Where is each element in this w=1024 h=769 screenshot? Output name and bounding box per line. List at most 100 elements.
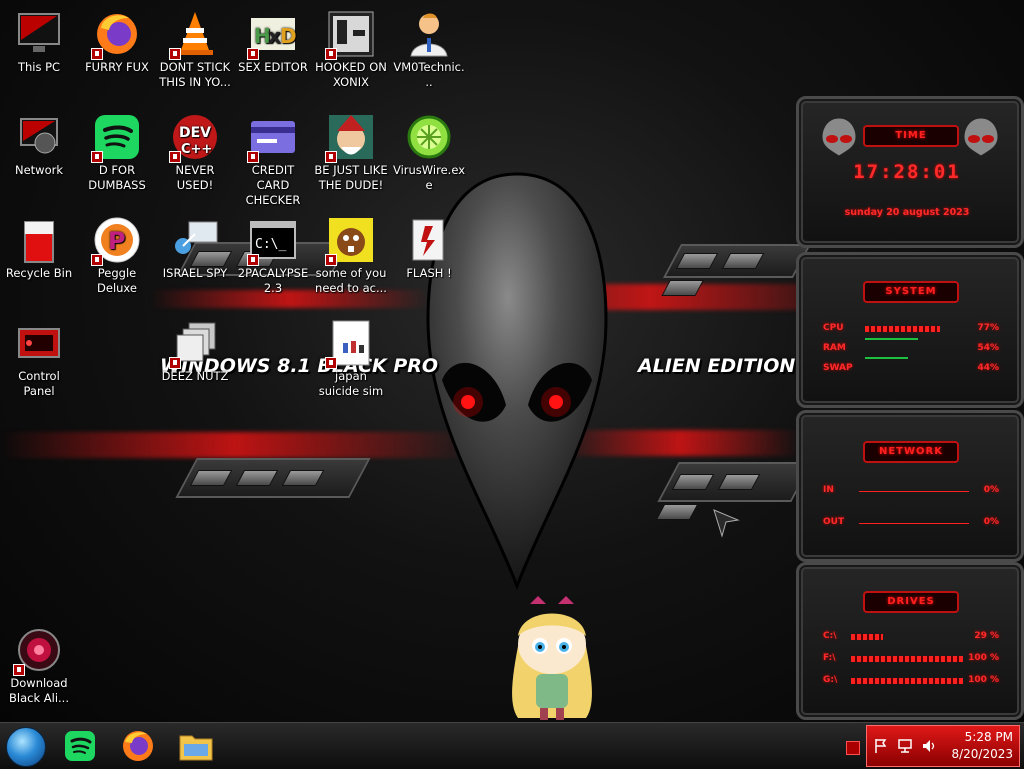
red-light-streak: [0, 432, 470, 458]
metal-plate: [655, 462, 813, 520]
desktop-icon-dont-stick[interactable]: DONT STICK THIS IN YO...: [156, 4, 234, 90]
icon-label: DEEZ NUTZ: [161, 369, 229, 383]
system-row-cpu: CPU 77%: [823, 323, 999, 335]
icon-label: some of you need to ac...: [315, 266, 387, 295]
icon-label: FLASH !: [406, 266, 452, 280]
xonix-game-icon: [325, 10, 375, 60]
desktop-icon-viruswire[interactable]: VirusWire.exe: [390, 107, 468, 193]
volume-icon[interactable]: [921, 738, 937, 754]
desktop-icon-hooked-on-xonix[interactable]: HOOKED ON XONIX: [312, 4, 390, 90]
alien-head-icon: [821, 117, 857, 157]
row-label: G:\: [823, 675, 838, 685]
drive-f-usage-bar: [851, 656, 963, 662]
row-label: OUT: [823, 517, 845, 527]
spotify-icon: [65, 731, 95, 761]
gadget-title: NETWORK: [863, 441, 959, 463]
icon-label: japan suicide sim: [318, 369, 384, 398]
desktop-icon-flash[interactable]: FLASH !: [390, 210, 468, 281]
gadget-network[interactable]: NETWORK IN 0% OUT 0%: [796, 410, 1024, 562]
icon-label: HOOKED ON XONIX: [315, 60, 387, 89]
row-label: CPU: [823, 323, 844, 333]
network-status-icon[interactable]: [897, 738, 913, 754]
drive-row-f: F:\ 100 %: [823, 653, 999, 665]
taskbar-app-file-explorer[interactable]: [178, 728, 214, 764]
desktop-icon-d-for-dumbass[interactable]: D FOR DUMBASS: [78, 107, 156, 193]
folder-icon: [179, 735, 213, 761]
row-value: 44%: [977, 363, 999, 373]
icon-label: D FOR DUMBASS: [88, 163, 146, 192]
desktop-icon-never-used[interactable]: DEV C++ NEVER USED!: [156, 107, 234, 193]
stacked-windows-icon: [169, 319, 219, 369]
gadget-time[interactable]: TIME 17:28:01 sunday 20 august 2023: [796, 96, 1024, 248]
icon-label: 2PACALYPSE 2.3: [237, 266, 309, 295]
system-row-ram: RAM 54%: [823, 338, 999, 355]
desktop-icon-japan-suicide-sim[interactable]: japan suicide sim: [312, 313, 390, 399]
firefox-icon: [91, 10, 141, 60]
svg-text:C:\_: C:\_: [255, 237, 286, 252]
hex-editor-icon: HxD: [247, 10, 297, 60]
icon-label: NEVER USED!: [175, 163, 215, 192]
gadget-title: SYSTEM: [863, 281, 959, 303]
cartoon-girl-character: [512, 596, 592, 720]
elf-character-icon: [325, 113, 375, 163]
drive-g-usage-bar: [851, 678, 963, 684]
start-button[interactable]: [6, 727, 46, 767]
desktop-icon-furry-fux[interactable]: FURRY FUX: [78, 4, 156, 75]
technician-person-icon: [405, 10, 453, 58]
row-value: 0%: [983, 517, 999, 527]
row-value: 100 %: [968, 675, 999, 685]
desktop-icon-network[interactable]: Network: [0, 107, 78, 178]
gadget-date: sunday 20 august 2023: [844, 207, 970, 218]
recycle-bin-icon: [15, 216, 63, 264]
row-value: 0%: [983, 485, 999, 495]
taskbar-app-spotify[interactable]: [62, 728, 98, 764]
icon-label: FURRY FUX: [85, 60, 149, 74]
gadget-system[interactable]: SYSTEM CPU 77% RAM 54% SWAP 44%: [796, 252, 1024, 408]
desktop-icon-deez-nutz[interactable]: DEEZ NUTZ: [156, 313, 234, 384]
action-center-flag-icon[interactable]: [873, 738, 889, 754]
row-value: 54%: [977, 343, 999, 353]
network-out-graph: [859, 523, 969, 524]
desktop-icon-peggle-deluxe[interactable]: P Peggle Deluxe: [78, 210, 156, 296]
gadget-drives[interactable]: DRIVES C:\ 29 % F:\ 100 % G:\ 100 %: [796, 562, 1024, 720]
swap-usage-bar: [865, 357, 908, 359]
spy-network-icon: [171, 216, 219, 264]
svg-text:D: D: [280, 24, 297, 48]
network-row-in: IN 0%: [823, 485, 999, 497]
icon-label: Peggle Deluxe: [97, 266, 137, 295]
desktop-icon-2pacalypse[interactable]: C:\_ 2PACALYPSE 2.3: [234, 210, 312, 296]
icon-label: VM0Technic...: [393, 60, 465, 89]
gadget-title: TIME: [863, 125, 959, 147]
row-value: 77%: [977, 323, 999, 333]
gadget-clock: 17:28:01: [853, 161, 961, 183]
peggle-icon: P: [91, 216, 141, 266]
metal-plate: [661, 244, 812, 296]
taskbar-app-firefox[interactable]: [120, 728, 156, 764]
mouse-cursor-icon: [713, 509, 740, 538]
taskbar-clock[interactable]: 5:28 PM 8/20/2023: [951, 729, 1013, 763]
network-in-graph: [859, 491, 969, 492]
desktop-icon-download-black-ali[interactable]: Download Black Ali...: [0, 620, 78, 706]
icon-label: Control Panel: [18, 369, 60, 398]
desktop-icon-this-pc[interactable]: This PC: [0, 4, 78, 75]
svg-text:DEV: DEV: [179, 125, 211, 141]
desktop-icon-israel-spy[interactable]: ISRAEL SPY: [156, 210, 234, 281]
system-row-swap: SWAP 44%: [823, 357, 999, 375]
icon-label: Download Black Ali...: [9, 676, 69, 705]
command-prompt-icon: C:\_: [247, 216, 297, 266]
desktop-icon-control-panel[interactable]: Control Panel: [0, 313, 78, 399]
desktop-icon-sex-editor[interactable]: HxD SEX EDITOR: [234, 4, 312, 75]
desktop-icon-be-just-like-the-dude[interactable]: BE JUST LIKE THE DUDE!: [312, 107, 390, 193]
icon-label: SEX EDITOR: [238, 60, 308, 74]
show-hidden-icons-button[interactable]: [846, 741, 860, 755]
drive-row-g: G:\ 100 %: [823, 675, 999, 687]
desktop-icon-some-of-you[interactable]: some of you need to ac...: [312, 210, 390, 296]
taskbar: 5:28 PM 8/20/2023: [0, 722, 1024, 769]
row-label: SWAP: [823, 363, 853, 373]
credit-card-icon: [247, 113, 297, 163]
desktop-icon-credit-card-checker[interactable]: CREDIT CARD CHECKER: [234, 107, 312, 208]
icon-label: This PC: [17, 60, 61, 74]
desktop-icon-recycle-bin[interactable]: Recycle Bin: [0, 210, 78, 281]
desktop-icon-vm0technic[interactable]: VM0Technic...: [390, 4, 468, 90]
drive-row-c: C:\ 29 %: [823, 631, 999, 643]
